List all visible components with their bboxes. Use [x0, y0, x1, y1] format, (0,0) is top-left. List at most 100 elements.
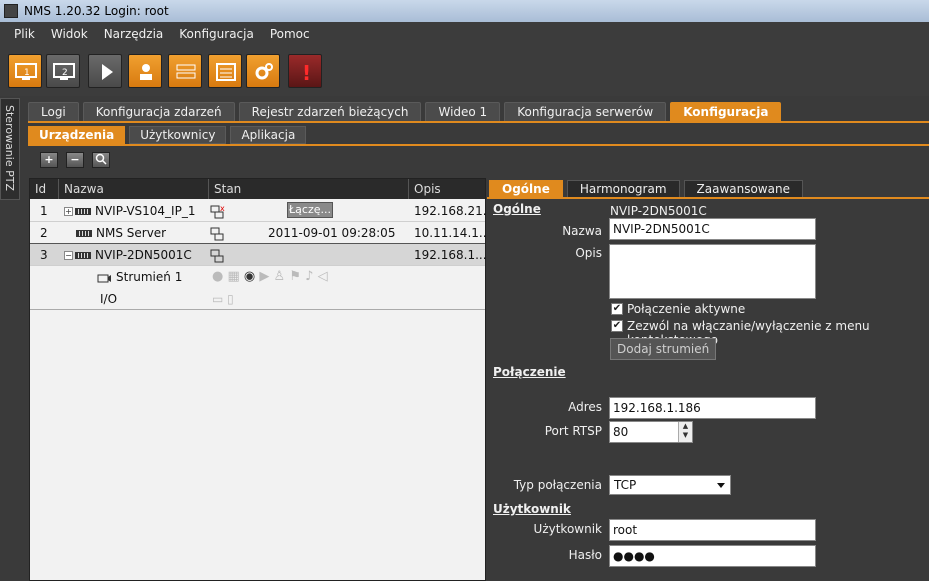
context-menu-checkbox[interactable]: ✔: [611, 320, 623, 332]
row-id: 3: [40, 248, 48, 262]
person-icon[interactable]: ♙: [274, 269, 286, 284]
chevron-down-icon: [717, 483, 725, 488]
rtsp-port-field[interactable]: 80 ▲ ▼: [609, 421, 693, 443]
connection-type-label: Typ połączenia: [513, 478, 602, 492]
monitor-2-button[interactable]: 2: [46, 54, 80, 88]
main-tabs: Logi Konfiguracja zdarzeń Rejestr zdarze…: [28, 102, 785, 122]
disconnected-icon: x: [210, 204, 225, 218]
col-stan[interactable]: Stan: [209, 179, 409, 199]
speaker-icon[interactable]: ◁: [318, 269, 328, 284]
description-field[interactable]: [609, 244, 816, 299]
tab-konfiguracja[interactable]: Konfiguracja: [670, 102, 782, 122]
alarm-icon: !: [302, 61, 311, 84]
alarm-button[interactable]: !: [288, 54, 322, 88]
table-row[interactable]: I/O ▭ ▯: [30, 288, 485, 310]
device-icon: [75, 208, 91, 215]
devices-table: Id Nazwa Stan Opis 1 + NVIP-VS104_IP_1 x …: [29, 178, 494, 581]
tab-ogolne[interactable]: Ogólne: [489, 180, 563, 198]
add-stream-button[interactable]: Dodaj strumień: [610, 338, 717, 360]
username-field[interactable]: root: [609, 519, 816, 541]
add-device-button[interactable]: +: [40, 152, 58, 168]
col-opis[interactable]: Opis: [409, 179, 485, 199]
row-name: NVIP-2DN5001C: [95, 248, 192, 262]
grid-button[interactable]: [208, 54, 242, 88]
monitor-1-button[interactable]: 1: [8, 54, 42, 88]
user-icon: [140, 64, 152, 80]
address-field[interactable]: 192.168.1.186: [609, 397, 816, 419]
spin-down-icon[interactable]: ▼: [679, 431, 692, 440]
section-user: Użytkownik: [493, 502, 571, 516]
toolbar: 1 2 !: [0, 46, 929, 96]
tab-konfiguracja-serwerow[interactable]: Konfiguracja serwerów: [504, 102, 667, 122]
server-icon: [76, 230, 92, 237]
collapse-icon[interactable]: −: [64, 251, 73, 260]
col-nazwa[interactable]: Nazwa: [59, 179, 209, 199]
row-id: 2: [40, 226, 48, 240]
menu-plik[interactable]: Plik: [0, 27, 43, 41]
row-desc: 192.168.1....: [414, 248, 491, 262]
row-status: 2011-09-01 09:28:05: [268, 226, 396, 240]
record-icon[interactable]: ●: [212, 269, 223, 284]
password-field[interactable]: ●●●●: [609, 545, 816, 567]
stream-controls: ● ▦ ◉ ▶ ♙ ⚑ ♪ ◁: [212, 266, 328, 288]
row-name: NMS Server: [96, 226, 167, 240]
section-connection: Połączenie: [493, 365, 566, 379]
tab-logi[interactable]: Logi: [28, 102, 79, 122]
remove-device-button[interactable]: −: [66, 152, 84, 168]
tab-zaawansowane[interactable]: Zaawansowane: [683, 180, 803, 198]
run-icon[interactable]: ⚑: [289, 269, 301, 284]
row-desc: 10.11.14.1...: [414, 226, 491, 240]
menu-widok[interactable]: Widok: [43, 27, 96, 41]
table-row[interactable]: 1 + NVIP-VS104_IP_1 x 192.168.21...: [30, 200, 494, 222]
name-field[interactable]: NVIP-2DN5001C: [609, 218, 816, 240]
table-row[interactable]: Strumień 1 ● ▦ ◉ ▶ ♙ ⚑ ♪ ◁: [30, 266, 485, 288]
tab-aplikacja[interactable]: Aplikacja: [230, 126, 307, 144]
menu-konfiguracja[interactable]: Konfiguracja: [171, 27, 262, 41]
device-icon: [75, 252, 91, 259]
menu-narzedzia[interactable]: Narzędzia: [96, 27, 172, 41]
svg-text:1: 1: [24, 68, 30, 78]
address-label: Adres: [568, 400, 602, 414]
tab-rejestr-zdarzen[interactable]: Rejestr zdarzeń bieżących: [238, 102, 422, 122]
device-list-button[interactable]: [168, 54, 202, 88]
ptz-side-tab[interactable]: Sterowanie PTZ: [0, 98, 20, 200]
port-spinner[interactable]: ▲ ▼: [678, 422, 692, 442]
svg-text:!: !: [302, 61, 311, 84]
tab-uzytkownicy[interactable]: Użytkownicy: [129, 126, 227, 144]
device-list-icon: [176, 64, 196, 79]
user-button[interactable]: [128, 54, 162, 88]
spin-up-icon[interactable]: ▲: [679, 422, 692, 431]
tab-konfiguracja-zdarzen[interactable]: Konfiguracja zdarzeń: [82, 102, 235, 122]
play-button[interactable]: [88, 54, 122, 88]
detail-tabs-underline: [487, 197, 929, 199]
connected-icon: [210, 227, 224, 240]
row-desc: 192.168.21...: [414, 204, 495, 218]
table-row[interactable]: 2 NMS Server 2011-09-01 09:28:05 10.11.1…: [30, 222, 490, 244]
search-device-button[interactable]: [92, 152, 110, 168]
table-row-selected[interactable]: 3 − NVIP-2DN5001C 192.168.1....: [30, 244, 490, 266]
tab-harmonogram[interactable]: Harmonogram: [566, 180, 680, 198]
gears-icon: [255, 63, 273, 80]
password-label: Hasło: [568, 548, 602, 562]
grid-small-icon[interactable]: ▦: [227, 269, 239, 284]
settings-button[interactable]: [246, 54, 280, 88]
rtsp-port-label: Port RTSP: [544, 424, 602, 438]
active-connection-checkbox[interactable]: ✔: [611, 303, 623, 315]
input-icon: ▭: [212, 292, 224, 306]
expand-icon[interactable]: +: [64, 207, 73, 216]
section-general: Ogólne: [493, 202, 541, 216]
tab-wideo-1[interactable]: Wideo 1: [425, 102, 501, 122]
svg-text:2: 2: [62, 68, 68, 78]
monitor-1-icon: 1: [15, 63, 37, 80]
menu-pomoc[interactable]: Pomoc: [262, 27, 318, 41]
window-title: NMS 1.20.32 Login: root: [24, 4, 169, 18]
col-id[interactable]: Id: [30, 179, 59, 199]
menu-bar: Plik Widok Narzędzia Konfiguracja Pomoc: [0, 22, 929, 46]
connection-type-select[interactable]: TCP: [609, 475, 731, 495]
play-small-icon[interactable]: ▶: [259, 269, 269, 284]
detail-tabs: Ogólne Harmonogram Zaawansowane: [489, 180, 807, 198]
description-label: Opis: [575, 246, 602, 260]
mic-icon[interactable]: ♪: [305, 269, 313, 284]
eye-icon[interactable]: ◉: [244, 269, 255, 284]
tab-urzadzenia[interactable]: Urządzenia: [28, 126, 126, 144]
